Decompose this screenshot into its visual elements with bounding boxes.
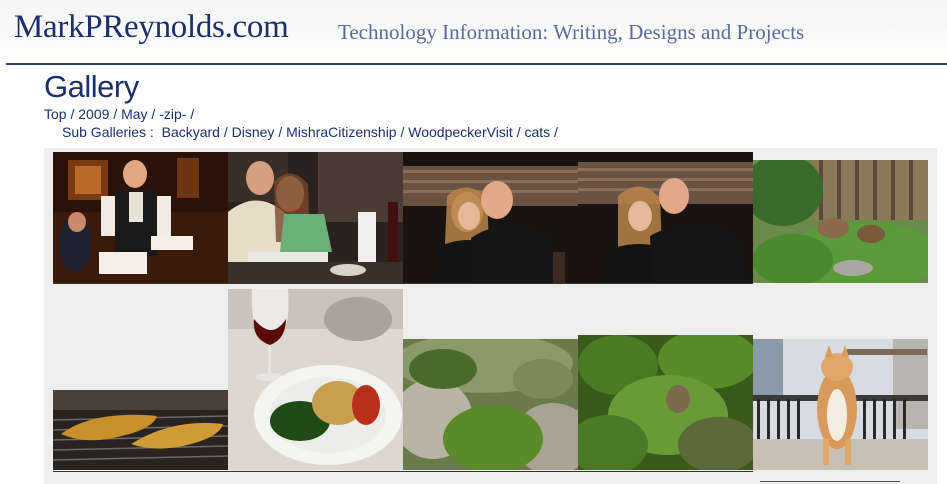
thumb-restaurant-waiter[interactable] [53, 152, 228, 283]
thumb-couple-dinner-table[interactable] [228, 152, 403, 283]
thumb-couple-booth-funny[interactable] [403, 152, 578, 283]
subgallery-cats-link[interactable]: cats [524, 124, 550, 140]
couple-booth-smiling-image [578, 152, 753, 283]
subgallery-mishracitizenship-link[interactable]: MishraCitizenship [286, 124, 396, 140]
thumb-couple-booth-smiling[interactable] [578, 152, 753, 283]
subgallery-separator: / [274, 124, 287, 140]
breadcrumb-separator: / [147, 106, 160, 122]
subgallery-separator: / [512, 124, 525, 140]
subgallery-separator: / [396, 124, 409, 140]
thumb-backyard-deer[interactable] [753, 160, 928, 283]
breadcrumb-zip-link[interactable]: -zip- [159, 106, 186, 122]
cat-balcony-image [753, 339, 928, 470]
subgallery-separator: / [219, 124, 232, 140]
subgallery-disney-link[interactable]: Disney [232, 124, 275, 140]
site-tagline: Technology Information: Writing, Designs… [338, 20, 805, 44]
breadcrumb-separator: / [66, 106, 79, 122]
dinner-plate-wine-image [228, 289, 403, 470]
restaurant-waiter-image [53, 152, 228, 283]
grilled-fish-image [53, 390, 228, 470]
header-divider [6, 63, 947, 65]
row1-baseline [53, 283, 753, 284]
thumb-dinner-plate-wine[interactable] [228, 289, 403, 470]
couple-dinner-image [228, 152, 403, 283]
couple-booth-funny-image [403, 152, 578, 283]
breadcrumb-separator: / [109, 106, 122, 122]
row2-baseline-right [760, 481, 900, 482]
thumb-backyard-rocks-grass[interactable] [403, 339, 578, 470]
subgallery-woodpeckervisit-link[interactable]: WoodpeckerVisit [408, 124, 513, 140]
thumb-backyard-bushes[interactable] [578, 335, 753, 470]
page-title: Gallery [44, 69, 139, 104]
backyard-rocks-grass-image [403, 339, 578, 470]
backyard-bushes-image [578, 335, 753, 470]
breadcrumb-top-link[interactable]: Top [44, 106, 67, 122]
site-header: MarkPReynolds.com Technology Information… [0, 0, 947, 63]
breadcrumb-separator: / [186, 106, 195, 122]
breadcrumb: Top / 2009 / May / -zip- / [44, 106, 194, 122]
subgalleries-label: Sub Galleries : [62, 124, 154, 140]
thumb-cat-balcony[interactable] [753, 339, 928, 470]
breadcrumb-2009-link[interactable]: 2009 [78, 106, 109, 122]
subgalleries-list: Sub Galleries : Backyard / Disney / Mish… [62, 124, 558, 140]
row2-baseline [53, 471, 753, 472]
subgallery-separator: / [550, 124, 558, 140]
subgallery-backyard-link[interactable]: Backyard [162, 124, 220, 140]
thumb-grilled-fish[interactable] [53, 390, 228, 470]
breadcrumb-may-link[interactable]: May [121, 106, 147, 122]
backyard-deer-image [753, 160, 928, 283]
site-title[interactable]: MarkPReynolds.com [14, 9, 289, 46]
